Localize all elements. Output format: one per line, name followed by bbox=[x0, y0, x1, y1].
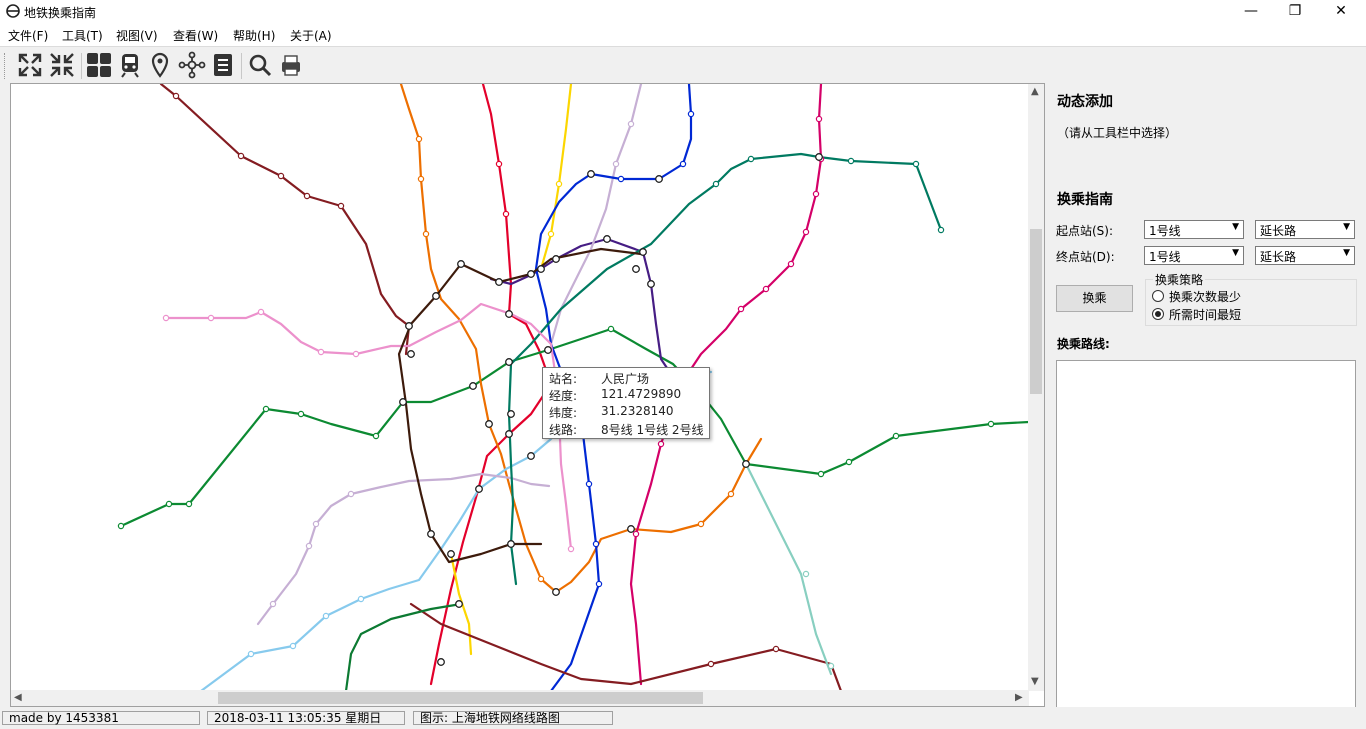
fewest-transfers-label[interactable]: 换乘次数最少 bbox=[1169, 288, 1241, 305]
scroll-right-icon[interactable]: ▶ bbox=[1015, 692, 1023, 703]
status-caption: 图示: 上海地铁网络线路图 bbox=[413, 711, 613, 725]
metro-logo-icon bbox=[6, 4, 20, 18]
metro-line-10 bbox=[256, 472, 551, 626]
chevron-down-icon: ▼ bbox=[1232, 222, 1239, 232]
minimize-button[interactable]: — bbox=[1228, 0, 1274, 24]
radio-shortest-time[interactable] bbox=[1152, 308, 1164, 320]
title-bar: 地铁换乘指南 — ❐ ✕ bbox=[0, 0, 1366, 24]
radio-fewest-transfers[interactable] bbox=[1152, 290, 1164, 302]
tooltip-key: 纬度: bbox=[549, 406, 578, 420]
route-label: 换乘路线: bbox=[1057, 337, 1110, 351]
end-line-select[interactable]: 1号线 ▼ bbox=[1144, 246, 1244, 265]
start-station-select[interactable]: 延长路 ▼ bbox=[1255, 220, 1355, 239]
end-line-value: 1号线 bbox=[1149, 250, 1181, 264]
menu-about[interactable]: 关于(A) bbox=[290, 27, 332, 44]
menu-view[interactable]: 视图(V) bbox=[116, 27, 158, 44]
start-station-value: 延长路 bbox=[1260, 224, 1297, 238]
toolbar bbox=[0, 46, 1366, 84]
vertical-scrollbar[interactable]: ▲ ▼ bbox=[1028, 84, 1044, 691]
scroll-left-icon[interactable]: ◀ bbox=[14, 692, 22, 703]
toolbar-separator bbox=[241, 53, 242, 79]
map-view[interactable]: 站名: 人民广场 经度: 121.4729890 纬度: 31.2328140 … bbox=[10, 83, 1045, 707]
metro-map[interactable] bbox=[11, 84, 1029, 691]
tooltip-key: 线路: bbox=[549, 423, 578, 437]
end-station-label: 终点站(D): bbox=[1056, 250, 1115, 264]
search-icon[interactable] bbox=[246, 51, 274, 79]
toolbar-separator bbox=[81, 53, 82, 79]
network-icon[interactable] bbox=[178, 51, 206, 79]
train-icon[interactable] bbox=[116, 51, 144, 79]
expand-icon[interactable] bbox=[16, 51, 44, 79]
tooltip-key: 经度: bbox=[549, 389, 578, 403]
end-station-value: 延长路 bbox=[1260, 250, 1297, 264]
tooltip-value: 人民广场 bbox=[601, 372, 650, 386]
metro-line-16 bbox=[744, 462, 833, 676]
status-datetime: 2018-03-11 13:05:35 星期日 bbox=[207, 711, 405, 725]
start-line-select[interactable]: 1号线 ▼ bbox=[1144, 220, 1244, 239]
strategy-title: 换乘策略 bbox=[1153, 271, 1206, 288]
end-station-select[interactable]: 延长路 ▼ bbox=[1255, 246, 1355, 265]
route-result-box[interactable] bbox=[1056, 360, 1356, 708]
maximize-button[interactable]: ❐ bbox=[1272, 0, 1318, 24]
dynamic-add-title: 动态添加 bbox=[1057, 94, 1113, 110]
shortest-time-label[interactable]: 所需时间最短 bbox=[1169, 306, 1241, 323]
horizontal-scroll-thumb[interactable] bbox=[218, 692, 703, 704]
status-bar: made by 1453381 2018-03-11 13:05:35 星期日 … bbox=[0, 707, 1366, 729]
start-station-label: 起点站(S): bbox=[1056, 224, 1114, 238]
metro-line-3 bbox=[539, 84, 573, 271]
location-pin-icon[interactable] bbox=[146, 51, 174, 79]
metro-line-4 bbox=[489, 237, 673, 376]
scroll-up-icon[interactable]: ▲ bbox=[1031, 86, 1039, 97]
tooltip-value: 121.4729890 bbox=[601, 387, 682, 401]
transfer-guide-title: 换乘指南 bbox=[1057, 192, 1113, 208]
strategy-group: 换乘策略 换乘次数最少 所需时间最短 bbox=[1145, 271, 1357, 326]
vertical-scroll-thumb[interactable] bbox=[1030, 229, 1042, 394]
metro-map-canvas[interactable]: 站名: 人民广场 经度: 121.4729890 纬度: 31.2328140 … bbox=[11, 84, 1029, 691]
chevron-down-icon: ▼ bbox=[1232, 248, 1239, 258]
close-button[interactable]: ✕ bbox=[1318, 0, 1364, 24]
horizontal-scrollbar[interactable]: ◀ ▶ bbox=[11, 690, 1029, 706]
list-icon[interactable] bbox=[209, 51, 237, 79]
metro-line-southwest bbox=[344, 602, 463, 691]
metro-line-11 bbox=[159, 84, 411, 356]
shrink-icon[interactable] bbox=[48, 51, 76, 79]
menu-help[interactable]: 帮助(H) bbox=[233, 27, 275, 44]
start-line-value: 1号线 bbox=[1149, 224, 1181, 238]
menu-file[interactable]: 文件(F) bbox=[8, 27, 48, 44]
window-title: 地铁换乘指南 bbox=[24, 6, 97, 20]
side-panel: 动态添加 （请从工具栏中选择） 换乘指南 起点站(S): 1号线 ▼ 延长路 ▼… bbox=[1046, 83, 1366, 708]
toolbar-grip[interactable] bbox=[4, 53, 8, 79]
menu-tools[interactable]: 工具(T) bbox=[62, 27, 103, 44]
dynamic-add-hint: （请从工具栏中选择） bbox=[1057, 126, 1178, 140]
metro-line-1 bbox=[429, 84, 553, 686]
station-tooltip: 站名: 人民广场 经度: 121.4729890 纬度: 31.2328140 … bbox=[542, 367, 710, 439]
printer-icon[interactable] bbox=[277, 51, 305, 79]
chevron-down-icon: ▼ bbox=[1343, 248, 1350, 258]
tooltip-key: 站名: bbox=[549, 372, 578, 386]
tooltip-value: 8号线 1号线 2号线 bbox=[601, 423, 704, 437]
menu-bar: 文件(F) 工具(T) 视图(V) 查看(W) 帮助(H) 关于(A) bbox=[0, 24, 1366, 46]
menu-look[interactable]: 查看(W) bbox=[173, 27, 218, 44]
transfer-button[interactable]: 换乘 bbox=[1056, 285, 1133, 312]
status-author: made by 1453381 bbox=[2, 711, 200, 725]
tooltip-value: 31.2328140 bbox=[601, 404, 674, 418]
chevron-down-icon: ▼ bbox=[1343, 222, 1350, 232]
grid-icon[interactable] bbox=[85, 51, 113, 79]
scroll-down-icon[interactable]: ▼ bbox=[1031, 676, 1039, 687]
